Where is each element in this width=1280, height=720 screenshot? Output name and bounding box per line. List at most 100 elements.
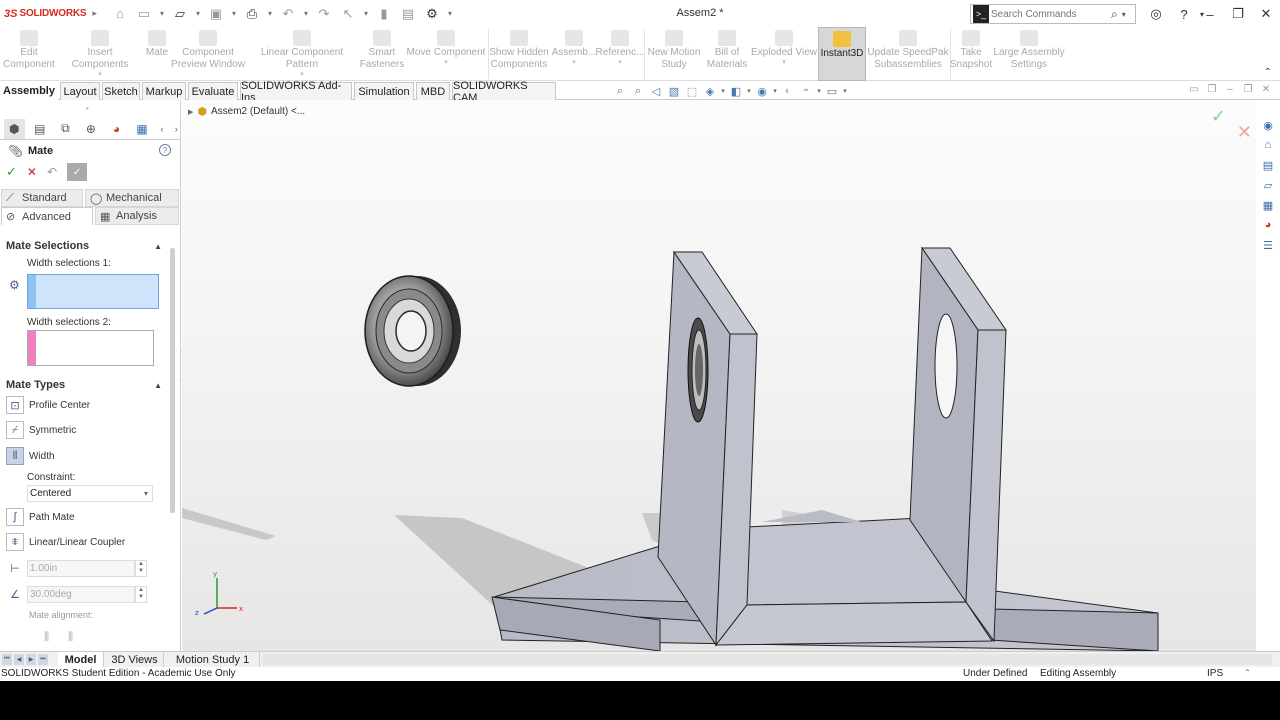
file-properties-icon[interactable]: ▤ (398, 4, 418, 24)
next-tab-icon[interactable]: ▶ (26, 654, 36, 665)
file-explorer-icon[interactable]: ▱ (1260, 177, 1276, 193)
undo-icon[interactable]: ↶ (47, 165, 57, 179)
chevron-up-icon[interactable]: ⌃ (1244, 668, 1251, 677)
width-selections-1-box[interactable] (27, 274, 159, 309)
graphics-area[interactable]: ▶ ⬢ Assem2 (Default) <... ✓ ✕ y x z (182, 100, 1256, 651)
help-icon[interactable]: ? (1170, 5, 1198, 23)
angle-input[interactable]: 30.00deg (27, 585, 135, 603)
help-icon[interactable]: ? (159, 144, 171, 156)
show-hidden-components-button[interactable]: Show Hidden Components (489, 27, 549, 81)
mate-tab-mechanical[interactable]: ◯ Mechanical (85, 189, 179, 207)
chevron-down-icon[interactable]: ▾ (1122, 10, 1126, 19)
pin-icon[interactable]: ✓ (67, 163, 88, 181)
prev-tab-icon[interactable]: ◀ (14, 654, 24, 665)
apply-scene-icon[interactable]: ◓ (798, 84, 814, 98)
panel-scrollbar[interactable] (170, 248, 175, 513)
width-selections-2-box[interactable] (27, 330, 154, 366)
doc-maximize-icon[interactable]: ❐ (1242, 84, 1254, 95)
minimize-icon[interactable]: – (1196, 5, 1224, 23)
dynamic-annotation-icon[interactable]: ⬚ (684, 84, 700, 98)
display-style-icon[interactable]: ◧ (728, 84, 744, 98)
menu-expand-icon[interactable]: ▸ (92, 8, 97, 19)
chevron-down-icon[interactable]: ▾ (446, 4, 454, 24)
solidworks-resources-icon[interactable]: ◉ (1260, 117, 1276, 133)
section-view-icon[interactable]: ▧ (666, 84, 682, 98)
angle-spinner[interactable]: ▲ ▼ (135, 585, 147, 603)
zoom-to-fit-icon[interactable]: ⌕ (612, 84, 628, 98)
chevron-down-icon[interactable]: ▾ (720, 84, 726, 98)
chevron-down-icon[interactable]: ▾ (572, 59, 576, 67)
last-tab-icon[interactable]: ⏭ (38, 654, 48, 665)
unit-system-selector[interactable]: IPS (1207, 668, 1223, 679)
assembly-features-button[interactable]: Assemb... ▾ (551, 27, 597, 81)
appearances-icon[interactable]: ◕ (1260, 217, 1276, 233)
view-orientation-icon[interactable]: ◈ (702, 84, 718, 98)
move-component-button[interactable]: Move Component ▾ (404, 27, 488, 81)
rebuild-icon[interactable]: ▮ (374, 4, 394, 24)
view-settings-icon[interactable]: ▭ (824, 84, 840, 98)
chevron-left-icon[interactable]: ‹ (157, 119, 166, 139)
mate-button[interactable]: Mate (142, 27, 172, 81)
mate-type-width[interactable]: ⫴ Width (6, 446, 166, 466)
home-icon[interactable]: ⌂ (110, 4, 130, 24)
collapse-group-icon[interactable]: ▲ (154, 381, 162, 390)
component-preview-window-button[interactable]: Component Preview Window (171, 27, 245, 81)
mate-tab-advanced[interactable]: ⊘ Advanced (1, 207, 93, 225)
mate-type-symmetric[interactable]: ⌿ Symmetric (6, 420, 166, 440)
aligned-icon[interactable]: ⫼ (44, 631, 49, 644)
chevron-down-icon[interactable]: ▾ (444, 59, 448, 67)
ok-checkmark-icon[interactable]: ✓ (6, 164, 17, 180)
tab-evaluate[interactable]: Evaluate (188, 82, 238, 100)
configuration-manager-tab-icon[interactable]: ⧉ (55, 119, 76, 139)
tab-simulation[interactable]: Simulation (354, 82, 414, 100)
select-arrow-icon[interactable]: ↖ (338, 4, 358, 24)
doc-close-icon[interactable]: ✕ (1260, 84, 1272, 95)
distance-spinner[interactable]: ▲ ▼ (135, 559, 147, 577)
new-document-icon[interactable]: ▭ (134, 4, 154, 24)
horizontal-scrollbar[interactable] (262, 654, 1272, 665)
chevron-down-icon[interactable]: ▾ (230, 4, 238, 24)
tab-solidworks-cam[interactable]: SOLIDWORKS CAM (452, 80, 556, 104)
user-account-icon[interactable]: ◎ (1142, 5, 1170, 23)
chevron-down-icon[interactable]: ▾ (362, 4, 370, 24)
tile-icon[interactable]: ▭ (1188, 84, 1200, 95)
linear-component-pattern-button[interactable]: Linear Component Pattern ▾ (244, 27, 360, 81)
chevron-down-icon[interactable]: ▾ (782, 59, 786, 67)
tab-layout[interactable]: Layout (60, 82, 100, 100)
chevron-down-icon[interactable]: ▾ (158, 4, 166, 24)
cam-manager-tab-icon[interactable]: ▦ (132, 119, 153, 139)
open-folder-icon[interactable]: ▱ (170, 4, 190, 24)
bracket-part[interactable] (491, 246, 1159, 651)
tab-sketch[interactable]: Sketch (102, 82, 140, 100)
anti-aligned-icon[interactable]: ⫼ (68, 631, 73, 644)
tab-assembly[interactable]: Assembly (0, 82, 58, 100)
chevron-down-icon[interactable]: ▾ (772, 84, 778, 98)
tab-model[interactable]: Model (58, 652, 104, 667)
collapse-group-icon[interactable]: ▲ (154, 242, 162, 251)
tab-markup[interactable]: Markup (142, 82, 186, 100)
chevron-down-icon[interactable]: ▾ (266, 4, 274, 24)
distance-input[interactable]: 1.00in (27, 559, 135, 577)
display-manager-tab-icon[interactable]: ◕ (106, 119, 127, 139)
print-icon[interactable]: ⎙ (242, 4, 262, 24)
dimxpert-manager-tab-icon[interactable]: ⊕ (81, 119, 102, 139)
mate-selections-group-header[interactable]: Mate Selections ▲ (0, 238, 168, 254)
chevron-down-icon[interactable]: ▾ (98, 71, 102, 79)
tab-3d-views[interactable]: 3D Views (106, 652, 164, 667)
chevron-down-icon[interactable]: ▾ (618, 59, 622, 67)
tab-motion-study-1[interactable]: Motion Study 1 (166, 652, 260, 667)
chevron-down-icon[interactable]: ▾ (816, 84, 822, 98)
view-palette-icon[interactable]: ▦ (1260, 197, 1276, 213)
bill-of-materials-button[interactable]: Bill of Materials (705, 27, 749, 81)
close-icon[interactable]: ✕ (1252, 5, 1280, 23)
update-speedpak-button[interactable]: Update SpeedPak Subassemblies (867, 27, 949, 81)
insert-components-button[interactable]: Insert Components ▾ (58, 27, 142, 81)
cancel-x-icon[interactable]: ✕ (27, 165, 37, 179)
instant3d-button[interactable]: Instant3D (818, 27, 866, 81)
smart-fasteners-button[interactable]: Smart Fasteners (360, 27, 404, 81)
exploded-view-button[interactable]: Exploded View ▾ (751, 27, 817, 81)
tab-mbd[interactable]: MBD (416, 82, 450, 100)
mate-type-profile-center[interactable]: ⊡ Profile Center (6, 395, 166, 415)
hide-show-items-icon[interactable]: ◉ (754, 84, 770, 98)
collapse-ribbon-icon[interactable]: ⌃ (1264, 67, 1272, 78)
